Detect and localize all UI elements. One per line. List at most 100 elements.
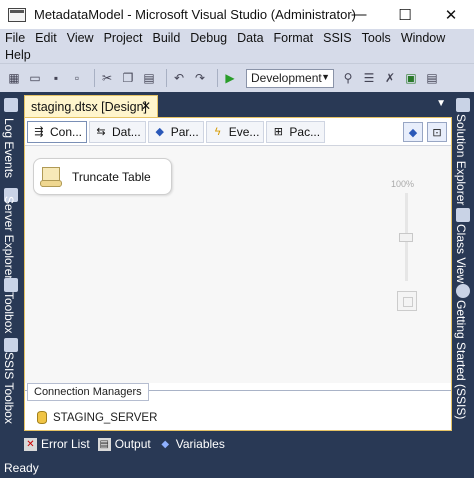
- bottom-tool-tabs: ✕ Error List ▤ Output ◆ Variables: [24, 432, 452, 456]
- open-file-icon[interactable]: ▭: [27, 70, 43, 86]
- document-tab-label: staging.dtsx [Design]: [31, 99, 148, 114]
- right-tool-rail: Solution Explorer Class View Getting Sta…: [452, 92, 474, 432]
- menu-help[interactable]: Help: [5, 48, 31, 62]
- solution-configuration-select[interactable]: Development ▼: [246, 68, 334, 88]
- control-flow-icon: ⇶: [34, 126, 44, 138]
- status-bar: Ready: [0, 457, 474, 478]
- package-designer: ⇶ Con... ⇆ Dat... ◆ Par... ϟ Eve... ⊞ Pa…: [24, 117, 452, 431]
- tab-label: Pac...: [289, 124, 321, 139]
- save-all-icon[interactable]: ▫: [69, 70, 85, 86]
- menu-view[interactable]: View: [67, 31, 94, 45]
- tab-label: Error List: [41, 437, 90, 451]
- class-view-icon: [456, 208, 470, 222]
- zoom-control: 100%: [391, 179, 421, 319]
- maximize-button[interactable]: ☐: [382, 0, 428, 29]
- document-well: staging.dtsx [Design] ✕ ▼ ⇶ Con... ⇆ Dat…: [24, 92, 452, 431]
- package-explorer-icon: ⊞: [273, 126, 284, 138]
- tab-data-flow[interactable]: ⇆ Dat...: [89, 120, 146, 143]
- undo-icon[interactable]: ↶: [171, 70, 187, 86]
- lightning-icon: ϟ: [214, 125, 221, 138]
- window-controls: — ☐ ✕: [336, 0, 474, 29]
- toolbar-separator: [166, 69, 167, 87]
- left-tab-toolbox[interactable]: Toolbox: [2, 292, 16, 333]
- tab-label: Con...: [50, 124, 83, 139]
- menu-row-2: Help: [0, 46, 474, 63]
- menu-edit[interactable]: Edit: [35, 31, 57, 45]
- right-tab-getting-started[interactable]: Getting Started (SSIS): [454, 300, 468, 419]
- toolbox-icon: [4, 278, 18, 292]
- connection-manager-item[interactable]: STAGING_SERVER: [37, 411, 157, 424]
- left-tab-log-events[interactable]: Log Events: [2, 118, 16, 178]
- redo-icon[interactable]: ↷: [192, 70, 208, 86]
- menu-ssis[interactable]: SSIS: [323, 31, 352, 45]
- save-icon[interactable]: ▪: [48, 70, 64, 86]
- close-button[interactable]: ✕: [428, 0, 474, 29]
- tab-label: Dat...: [112, 124, 141, 139]
- menu-window[interactable]: Window: [401, 31, 445, 45]
- app-icon: [8, 7, 26, 22]
- zoom-fit-icon[interactable]: ⊡: [427, 122, 447, 142]
- solution-explorer-icon: [456, 98, 470, 112]
- new-project-icon[interactable]: ▦: [6, 70, 22, 86]
- task-label: Truncate Table: [72, 169, 151, 184]
- start-debugging-icon[interactable]: ▶: [222, 70, 238, 86]
- log-events-icon: [4, 98, 18, 112]
- solution-explorer-icon[interactable]: ☰: [361, 70, 377, 86]
- connection-managers-tab[interactable]: Connection Managers: [27, 383, 149, 401]
- status-text: Ready: [4, 460, 39, 475]
- copy-icon[interactable]: ❐: [120, 70, 136, 86]
- menu-bar: File Edit View Project Build Debug Data …: [0, 29, 474, 63]
- zoom-slider-thumb[interactable]: [399, 233, 413, 242]
- tab-parameters[interactable]: ◆ Par...: [147, 120, 204, 143]
- left-tab-ssis-toolbox[interactable]: SSIS Toolbox: [2, 352, 16, 424]
- tab-label: Par...: [170, 124, 199, 139]
- menu-project[interactable]: Project: [104, 31, 143, 45]
- options-icon[interactable]: ▤: [424, 70, 440, 86]
- tab-package-explorer[interactable]: ⊞ Pac...: [266, 120, 326, 143]
- right-tab-class-view[interactable]: Class View: [454, 224, 468, 283]
- tab-event-handlers[interactable]: ϟ Eve...: [205, 120, 265, 143]
- close-icon[interactable]: ✕: [141, 99, 151, 113]
- tab-variables[interactable]: ◆ Variables: [159, 437, 225, 451]
- variables-icon: ◆: [161, 438, 170, 450]
- designer-actions: ◆ ⊡: [399, 122, 447, 142]
- control-flow-canvas[interactable]: Truncate Table 100%: [25, 146, 451, 383]
- tab-error-list[interactable]: ✕ Error List: [24, 437, 90, 451]
- document-tab[interactable]: staging.dtsx [Design] ✕: [24, 95, 158, 117]
- tab-label: Output: [114, 437, 151, 451]
- error-list-icon: ✕: [24, 437, 37, 451]
- left-tab-server-explorer[interactable]: Server Explorer: [2, 196, 16, 279]
- tools-icon[interactable]: ✗: [382, 70, 398, 86]
- zoom-percent: 100%: [391, 179, 415, 189]
- find-in-files-icon[interactable]: ⚲: [340, 70, 356, 86]
- connection-managers-panel: Connection Managers STAGING_SERVER: [25, 383, 451, 430]
- menu-row-1: File Edit View Project Build Debug Data …: [0, 29, 474, 46]
- right-tab-solution-explorer[interactable]: Solution Explorer: [454, 114, 468, 205]
- database-icon: [37, 411, 47, 424]
- ssis-toolbox-icon: [4, 338, 18, 352]
- document-list-dropdown-icon[interactable]: ▼: [436, 98, 446, 109]
- menu-file[interactable]: File: [5, 31, 25, 45]
- menu-debug[interactable]: Debug: [190, 31, 227, 45]
- tab-output[interactable]: ▤ Output: [97, 437, 151, 451]
- menu-format[interactable]: Format: [274, 31, 314, 45]
- getting-started-icon: [456, 284, 470, 298]
- variables-icon[interactable]: ◆: [403, 122, 423, 142]
- left-tool-rail: Log Events Server Explorer Toolbox SSIS …: [0, 92, 22, 432]
- menu-tools[interactable]: Tools: [362, 31, 391, 45]
- toolbox-icon[interactable]: ▣: [403, 70, 419, 86]
- paste-icon[interactable]: ▤: [141, 70, 157, 86]
- tab-label: Eve...: [228, 124, 260, 139]
- solution-configuration-value: Development: [251, 71, 322, 85]
- minimize-button[interactable]: —: [336, 0, 382, 29]
- menu-build[interactable]: Build: [152, 31, 180, 45]
- output-icon: ▤: [97, 437, 111, 451]
- task-truncate-table[interactable]: Truncate Table: [33, 158, 172, 195]
- cut-icon[interactable]: ✂: [99, 70, 115, 86]
- menu-data[interactable]: Data: [237, 31, 263, 45]
- zoom-to-fit-icon[interactable]: [397, 291, 417, 311]
- parameters-icon: ◆: [155, 126, 164, 138]
- tab-label: Variables: [175, 437, 225, 451]
- tab-control-flow[interactable]: ⇶ Con...: [27, 120, 88, 143]
- data-flow-icon: ⇆: [96, 126, 106, 138]
